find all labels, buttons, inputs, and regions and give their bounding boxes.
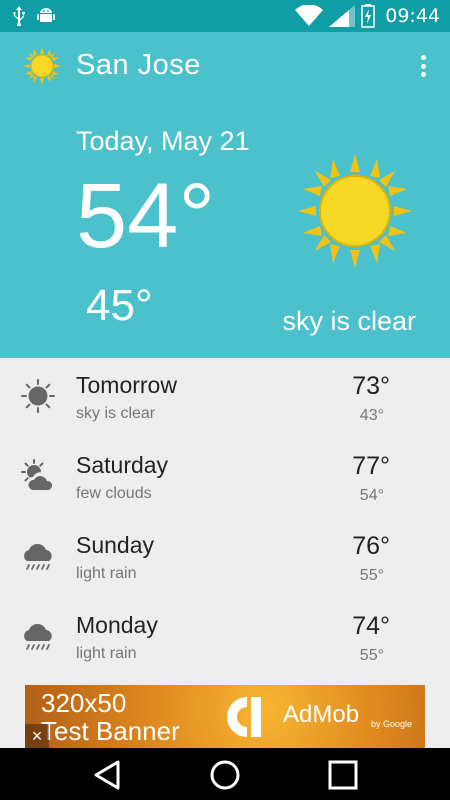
forecast-low: 55° <box>359 647 384 664</box>
forecast-row-saturday[interactable]: Saturday few clouds 77° 54° <box>0 438 450 518</box>
forecast-low: 55° <box>359 567 384 584</box>
forecast-high: 77° <box>352 452 390 480</box>
light-rain-icon <box>24 543 52 570</box>
ad-size-label: 320x50 <box>41 688 127 718</box>
forecast-low: 43° <box>359 407 384 424</box>
sun-icon <box>23 47 61 85</box>
forecast-day: Monday <box>76 612 158 638</box>
today-date: Today, May 21 <box>76 126 250 156</box>
clear-sky-icon <box>21 379 55 413</box>
forecast-condition: light rain <box>76 645 137 662</box>
status-bar: 09:44 <box>0 0 450 32</box>
today-low-temp: 45° <box>86 281 153 330</box>
forecast-row-monday[interactable]: Monday light rain 74° 55° <box>0 598 450 678</box>
ad-banner[interactable]: 320x50 Test Banner AdMob by Google × <box>25 685 425 748</box>
usb-icon <box>13 6 25 26</box>
battery-charging-icon <box>361 4 375 28</box>
city-name: San Jose <box>76 49 201 81</box>
admob-logo-icon <box>227 697 261 737</box>
forecast-high: 74° <box>352 612 390 640</box>
ad-test-label: Test Banner <box>41 716 180 746</box>
weather-sun-icon <box>298 154 412 268</box>
today-description: sky is clear <box>282 306 416 336</box>
light-rain-icon <box>24 623 52 650</box>
back-icon[interactable] <box>90 758 124 792</box>
status-time: 09:44 <box>385 5 440 27</box>
today-high-temp: 54° <box>76 165 216 267</box>
ad-close-button[interactable]: × <box>25 724 49 748</box>
forecast-day: Saturday <box>76 452 169 478</box>
admob-brand: AdMob <box>283 701 360 728</box>
forecast-row-tomorrow[interactable]: Tomorrow sky is clear 73° 43° <box>0 358 450 438</box>
recents-icon[interactable] <box>326 758 360 792</box>
few-clouds-icon <box>21 459 55 490</box>
overflow-menu-icon[interactable] <box>416 52 430 80</box>
signal-icon <box>329 5 356 27</box>
forecast-low: 54° <box>359 487 384 504</box>
forecast-day: Tomorrow <box>76 372 177 398</box>
android-debug-icon <box>37 8 55 22</box>
forecast-row-sunday[interactable]: Sunday light rain 76° 55° <box>0 518 450 598</box>
today-header[interactable]: San Jose Today, May 21 54° 45° sky is cl… <box>0 32 450 358</box>
forecast-condition: light rain <box>76 565 137 582</box>
admob-by-google: by Google <box>371 719 413 729</box>
forecast-high: 76° <box>352 532 390 560</box>
wifi-icon <box>295 5 324 26</box>
home-icon[interactable] <box>208 758 242 792</box>
forecast-high: 73° <box>352 372 390 400</box>
forecast-day: Sunday <box>76 532 155 558</box>
navigation-bar <box>0 748 450 800</box>
forecast-condition: few clouds <box>76 485 152 502</box>
forecast-condition: sky is clear <box>76 405 156 422</box>
